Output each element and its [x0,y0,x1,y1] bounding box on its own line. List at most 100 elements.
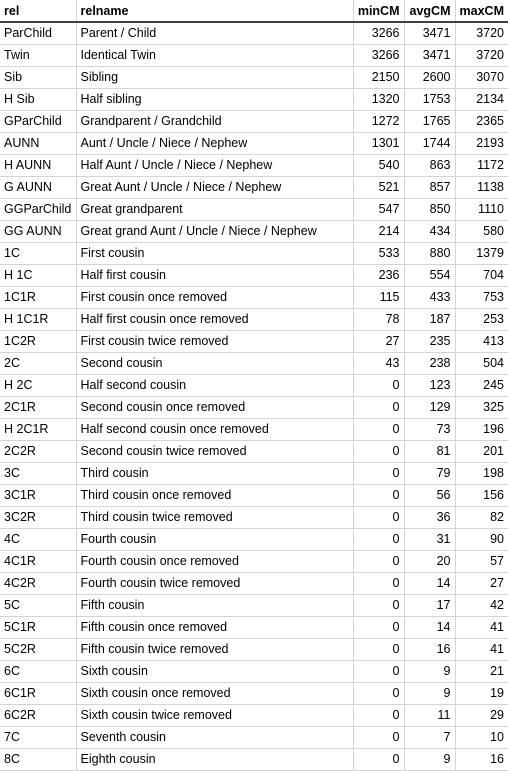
table-row[interactable]: 5C2R Fifth cousin twice removed 0 16 41 [0,638,508,661]
table-row[interactable]: 5C Fifth cousin 0 17 42 [0,594,508,617]
cell-rel[interactable]: 2C [0,352,77,375]
cell-relname[interactable]: Great Aunt / Uncle / Niece / Nephew [76,176,354,199]
cell-relname[interactable]: Second cousin once removed [76,396,354,419]
cell-minCM[interactable]: 214 [353,220,405,243]
cell-relname[interactable]: Half sibling [76,88,354,111]
cell-maxCM[interactable]: 413 [455,330,508,353]
cell-minCM[interactable]: 0 [353,572,405,595]
table-row[interactable]: 2C2R Second cousin twice removed 0 81 201 [0,440,508,463]
cell-minCM[interactable]: 1301 [353,132,405,155]
table-row[interactable]: H 1C1R Half first cousin once removed 78 18… [0,308,508,331]
cell-relname[interactable]: Parent / Child [76,22,354,45]
cell-minCM[interactable]: 0 [353,462,405,485]
cell-avgCM[interactable]: 81 [404,440,456,463]
cell-maxCM[interactable]: 29 [455,704,508,727]
table-row[interactable]: 4C2R Fourth cousin twice removed 0 14 27 [0,572,508,595]
table-row[interactable]: GGParChild Great grandparent 547 850 1110 [0,198,508,221]
cell-maxCM[interactable]: 156 [455,484,508,507]
table-row[interactable]: GParChild Grandparent / Grandchild 1272 176… [0,110,508,133]
cell-avgCM[interactable]: 2600 [404,66,456,89]
cell-rel[interactable]: 1C1R [0,286,77,309]
cell-relname[interactable]: First cousin [76,242,354,265]
cell-rel[interactable]: 4C2R [0,572,77,595]
cell-avgCM[interactable]: 1744 [404,132,456,155]
cell-rel[interactable]: Twin [0,44,77,67]
cell-avgCM[interactable]: 3471 [404,44,456,67]
cell-rel[interactable]: 6C2R [0,704,77,727]
cell-minCM[interactable]: 0 [353,374,405,397]
cell-rel[interactable]: H 1C [0,264,77,287]
cell-maxCM[interactable]: 41 [455,616,508,639]
cell-relname[interactable]: Fourth cousin [76,528,354,551]
cell-rel[interactable]: H 2C [0,374,77,397]
cell-maxCM[interactable]: 3070 [455,66,508,89]
cell-avgCM[interactable]: 857 [404,176,456,199]
cell-avgCM[interactable]: 1765 [404,110,456,133]
cell-relname[interactable]: Seventh cousin [76,726,354,749]
cell-rel[interactable]: 4C1R [0,550,77,573]
table-row[interactable]: 8C Eighth cousin 0 9 16 [0,748,508,771]
table-row[interactable]: H 2C Half second cousin 0 123 245 [0,374,508,397]
table-row[interactable]: 6C Sixth cousin 0 9 21 [0,660,508,683]
cell-maxCM[interactable]: 57 [455,550,508,573]
cell-avgCM[interactable]: 11 [404,704,456,727]
cell-avgCM[interactable]: 433 [404,286,456,309]
table-row[interactable]: 3C1R Third cousin once removed 0 56 156 [0,484,508,507]
table-row[interactable]: H AUNN Half Aunt / Uncle / Niece / Nephew… [0,154,508,177]
cell-minCM[interactable]: 115 [353,286,405,309]
cell-maxCM[interactable]: 504 [455,352,508,375]
cell-minCM[interactable]: 1320 [353,88,405,111]
cell-relname[interactable]: Sibling [76,66,354,89]
cell-relname[interactable]: Fifth cousin twice removed [76,638,354,661]
cell-rel[interactable]: 6C1R [0,682,77,705]
table-row[interactable]: Sib Sibling 2150 2600 3070 [0,66,508,89]
cell-maxCM[interactable]: 1110 [455,198,508,221]
cell-minCM[interactable]: 0 [353,550,405,573]
cell-maxCM[interactable]: 21 [455,660,508,683]
table-row[interactable]: H Sib Half sibling 1320 1753 2134 [0,88,508,111]
cell-rel[interactable]: 2C2R [0,440,77,463]
cell-maxCM[interactable]: 27 [455,572,508,595]
cell-rel[interactable]: 1C [0,242,77,265]
column-header-relname[interactable]: relname [76,0,354,23]
cell-rel[interactable]: GG AUNN [0,220,77,243]
cell-minCM[interactable]: 0 [353,616,405,639]
table-row[interactable]: Twin Identical Twin 3266 3471 3720 [0,44,508,67]
cell-rel[interactable]: 7C [0,726,77,749]
cell-minCM[interactable]: 3266 [353,22,405,45]
cell-relname[interactable]: Third cousin once removed [76,484,354,507]
cell-relname[interactable]: Second cousin twice removed [76,440,354,463]
cell-maxCM[interactable]: 82 [455,506,508,529]
cell-rel[interactable]: H 2C1R [0,418,77,441]
cell-avgCM[interactable]: 187 [404,308,456,331]
column-header-rel[interactable]: rel [0,0,77,23]
cell-maxCM[interactable]: 16 [455,748,508,771]
cell-minCM[interactable]: 0 [353,682,405,705]
cell-avgCM[interactable]: 123 [404,374,456,397]
cell-avgCM[interactable]: 3471 [404,22,456,45]
table-row[interactable]: AUNN Aunt / Uncle / Niece / Nephew 1301 174… [0,132,508,155]
cell-avgCM[interactable]: 434 [404,220,456,243]
cell-maxCM[interactable]: 196 [455,418,508,441]
cell-rel[interactable]: Sib [0,66,77,89]
cell-relname[interactable]: Half Aunt / Uncle / Niece / Nephew [76,154,354,177]
cell-minCM[interactable]: 236 [353,264,405,287]
cell-maxCM[interactable]: 201 [455,440,508,463]
table-row[interactable]: 6C2R Sixth cousin twice removed 0 11 29 [0,704,508,727]
table-row[interactable]: GG AUNN Great grand Aunt / Uncle / Niece … [0,220,508,243]
cell-rel[interactable]: H AUNN [0,154,77,177]
cell-avgCM[interactable]: 554 [404,264,456,287]
cell-rel[interactable]: ParChild [0,22,77,45]
cell-maxCM[interactable]: 42 [455,594,508,617]
column-header-maxcm[interactable]: maxCM [455,0,508,23]
table-row[interactable]: H 2C1R Half second cousin once removed 0 73… [0,418,508,441]
cell-relname[interactable]: Eighth cousin [76,748,354,771]
cell-avgCM[interactable]: 9 [404,748,456,771]
cell-avgCM[interactable]: 7 [404,726,456,749]
cell-avgCM[interactable]: 9 [404,682,456,705]
table-row[interactable]: 7C Seventh cousin 0 7 10 [0,726,508,749]
cell-avgCM[interactable]: 235 [404,330,456,353]
cell-minCM[interactable]: 43 [353,352,405,375]
cell-rel[interactable]: 4C [0,528,77,551]
cell-minCM[interactable]: 0 [353,594,405,617]
